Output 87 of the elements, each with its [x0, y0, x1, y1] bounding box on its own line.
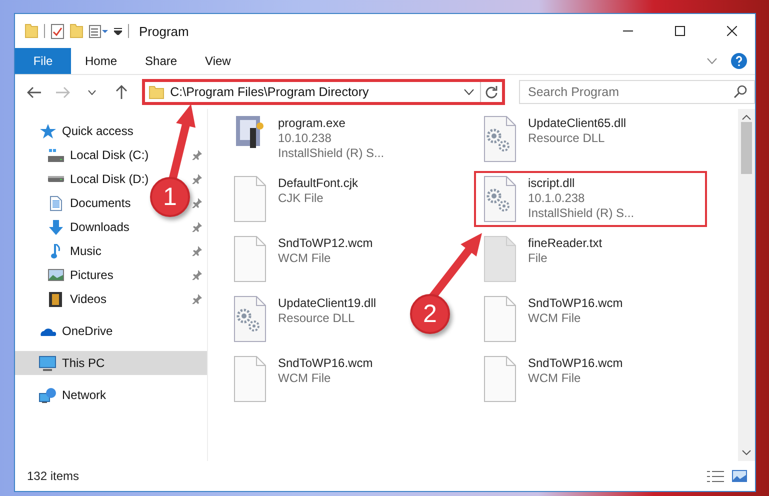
blank-file-icon	[484, 356, 516, 402]
file-name[interactable]: SndToWP12.wcm	[278, 236, 373, 251]
properties-icon	[89, 24, 108, 38]
file-detail: Resource DLL	[278, 311, 356, 326]
monitor-icon	[39, 356, 56, 370]
chevron-down-icon	[707, 58, 717, 64]
checklist-icon	[51, 24, 64, 38]
refresh-icon	[485, 86, 498, 98]
scrollbar-thumb[interactable]	[741, 122, 752, 174]
star-icon	[40, 124, 56, 138]
folder-icon	[25, 24, 38, 38]
maximize-icon	[675, 26, 685, 36]
blank-file-icon	[234, 356, 266, 402]
minimize-icon	[623, 30, 633, 32]
gear-file-icon	[484, 176, 516, 222]
file-name[interactable]: fineReader.txt	[528, 236, 602, 251]
ribbon-tab[interactable]: View	[191, 48, 245, 74]
file-detail: WCM File	[528, 311, 582, 326]
document-icon	[50, 196, 62, 210]
film-icon	[49, 292, 62, 306]
search-field[interactable]: Search Program	[519, 80, 756, 104]
sidebar-item[interactable]: Pictures	[47, 268, 114, 282]
file-name[interactable]: UpdateClient65.dll	[528, 116, 626, 131]
file-detail: File	[528, 251, 548, 266]
back-arrow-icon	[26, 86, 41, 98]
ribbon-tab[interactable]: Home	[71, 48, 132, 74]
file-name[interactable]: program.exe	[278, 116, 384, 131]
program-icon	[236, 116, 264, 148]
sidebar-item[interactable]: Videos	[47, 292, 106, 306]
down-arrow-icon	[48, 220, 62, 234]
blank-file-icon	[234, 236, 266, 282]
file-detail: WCM File	[528, 371, 582, 386]
chevron-down-icon	[464, 89, 474, 95]
item-count: 132 items	[27, 469, 80, 483]
help-icon	[731, 53, 747, 69]
drive-icon	[48, 148, 64, 162]
caret-icon	[88, 90, 96, 94]
sidebar-item[interactable]: Documents	[47, 196, 131, 210]
ribbon-tab[interactable]: Share	[131, 48, 192, 74]
file-name[interactable]: SndToWP16.wcm	[528, 296, 623, 311]
window-title: Program	[139, 24, 190, 38]
blank-file-icon	[484, 236, 516, 282]
scrollbar[interactable]	[738, 109, 755, 461]
file-detail: InstallShield (R) S...	[278, 146, 384, 161]
search-icon	[734, 85, 748, 98]
scroll-down-icon	[742, 450, 751, 455]
cloud-icon	[40, 326, 56, 336]
address-bar[interactable]: C:\Program Files\Program Directory	[142, 79, 506, 105]
sidebar-item[interactable]: Local Disk (C:)	[47, 148, 149, 162]
gear-file-icon	[234, 296, 266, 342]
file-name[interactable]: SndToWP16.wcm	[528, 356, 623, 371]
details-view-icon	[707, 470, 724, 482]
file-detail: WCM File	[278, 371, 332, 386]
sidebar-item[interactable]: Music	[47, 244, 102, 258]
folder-icon	[70, 24, 83, 38]
sidebar-item[interactable]: Quick access	[39, 124, 134, 138]
folder-icon	[149, 86, 164, 98]
file-detail: 10.1.0.238	[528, 191, 586, 206]
file-name[interactable]: iscript.dll	[528, 176, 634, 191]
sidebar-item[interactable]: Local Disk (D:)	[47, 172, 149, 186]
forward-arrow-icon	[56, 86, 70, 98]
file-detail: 10.10.238	[278, 131, 332, 146]
address-path: C:\Program Files\Program Directory	[170, 85, 370, 99]
sidebar-item[interactable]: This PC	[39, 356, 105, 370]
sidebar-item[interactable]: Network	[39, 388, 106, 402]
large-icons-view-icon	[732, 470, 747, 482]
gear-file-icon	[484, 116, 516, 162]
music-note-icon	[51, 244, 60, 258]
sidebar-item[interactable]: Downloads	[47, 220, 130, 234]
sidebar-item[interactable]: OneDrive	[39, 324, 113, 338]
blank-file-icon	[234, 176, 266, 222]
up-arrow-icon	[116, 85, 127, 99]
file-detail: CJK File	[278, 191, 324, 206]
file-name[interactable]: SndToWP16.wcm	[278, 356, 373, 371]
file-detail: Resource DLL	[528, 131, 606, 146]
dropdown-icon	[114, 28, 122, 34]
scroll-up-icon	[742, 115, 751, 120]
close-icon	[727, 26, 737, 36]
drive-icon	[48, 176, 64, 182]
picture-icon	[48, 269, 64, 281]
file-detail: WCM File	[278, 251, 332, 266]
blank-file-icon	[484, 296, 516, 342]
file-tab[interactable]: File	[15, 48, 71, 74]
file-name[interactable]: DefaultFont.cjk	[278, 176, 358, 191]
network-icon	[39, 388, 56, 402]
file-detail: InstallShield (R) S...	[528, 206, 634, 221]
file-name[interactable]: UpdateClient19.dll	[278, 296, 376, 311]
